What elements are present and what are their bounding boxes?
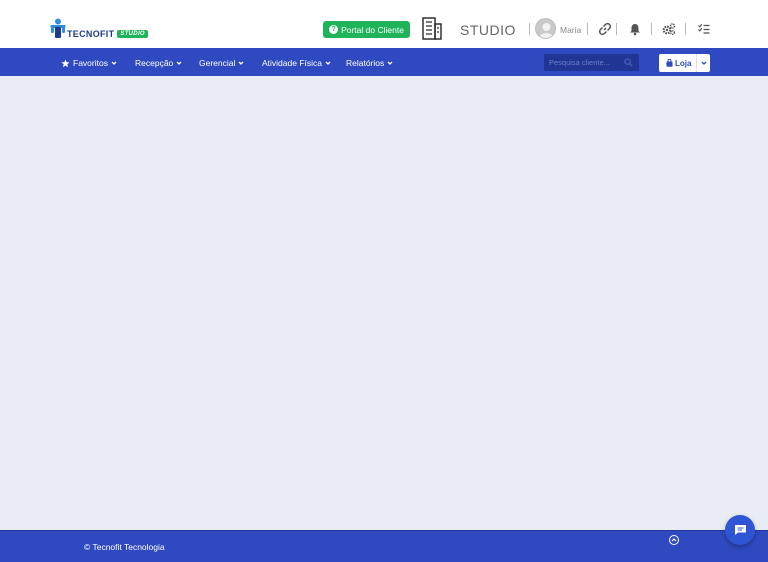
footer-copyright: © Tecnofit Tecnologia: [84, 542, 165, 552]
nav-recepcao[interactable]: Recepção: [135, 58, 182, 68]
star-icon: [61, 58, 70, 67]
store-dropdown-toggle[interactable]: [696, 54, 710, 72]
chat-button[interactable]: [725, 515, 755, 545]
store-button-main[interactable]: Loja: [659, 59, 696, 68]
studio-label: STUDIO: [460, 22, 516, 38]
chevron-down-icon: [176, 61, 182, 65]
logo-figure-icon: [50, 18, 66, 38]
avatar[interactable]: [535, 18, 556, 39]
chevron-down-icon: [238, 61, 244, 65]
chevron-down-icon: [325, 61, 331, 65]
building-icon[interactable]: [421, 17, 443, 40]
nav-atividade-fisica[interactable]: Atividade Física: [262, 58, 331, 68]
nav-favoritos[interactable]: Favoritos: [61, 58, 117, 68]
header-separator: [529, 23, 530, 35]
nav-label: Gerencial: [199, 58, 236, 68]
user-silhouette-icon: [539, 23, 554, 38]
main-content-area: [0, 76, 768, 530]
nav-label: Atividade Física: [262, 58, 322, 68]
page-footer: © Tecnofit Tecnologia: [0, 530, 768, 562]
search-icon[interactable]: [624, 58, 633, 67]
header-separator: [651, 23, 652, 35]
nav-gerencial[interactable]: Gerencial: [199, 58, 244, 68]
tasks-icon[interactable]: [697, 22, 711, 36]
chevron-down-icon: [701, 61, 706, 65]
shopping-bag-icon: [666, 59, 673, 67]
portal-do-cliente-button[interactable]: ? Portal do Cliente: [323, 21, 410, 38]
logo-studio-badge: STUDIO: [117, 30, 148, 38]
link-icon[interactable]: [598, 22, 612, 36]
nav-label: Recepção: [135, 58, 174, 68]
logo-text: TECNOFIT: [67, 29, 115, 39]
chevron-down-icon: [111, 61, 117, 65]
nav-label: Relatórios: [346, 58, 385, 68]
nav-relatorios[interactable]: Relatórios: [346, 58, 393, 68]
user-name[interactable]: Maria: [560, 25, 581, 35]
top-header: TECNOFIT STUDIO ? Portal do Cliente STUD…: [0, 0, 768, 48]
cogs-icon[interactable]: [662, 22, 676, 36]
chevron-up-icon: [671, 538, 677, 542]
nav-label: Favoritos: [73, 58, 108, 68]
main-navbar: Favoritos Recepção Gerencial Atividade F…: [0, 48, 768, 76]
client-search-input[interactable]: [549, 58, 621, 67]
store-button[interactable]: Loja: [659, 54, 710, 72]
question-icon: ?: [329, 25, 339, 34]
chat-bubble-icon: [734, 525, 746, 535]
chevron-down-icon: [387, 61, 393, 65]
header-separator: [616, 23, 617, 35]
tecnofit-logo[interactable]: TECNOFIT STUDIO: [50, 18, 148, 40]
store-button-label: Loja: [675, 58, 692, 68]
bell-icon[interactable]: [628, 22, 642, 36]
scroll-to-top-button[interactable]: [669, 535, 679, 545]
header-separator: [587, 23, 588, 35]
client-search-box: [544, 54, 639, 71]
header-separator: [685, 23, 686, 35]
portal-button-label: Portal do Cliente: [341, 24, 404, 35]
